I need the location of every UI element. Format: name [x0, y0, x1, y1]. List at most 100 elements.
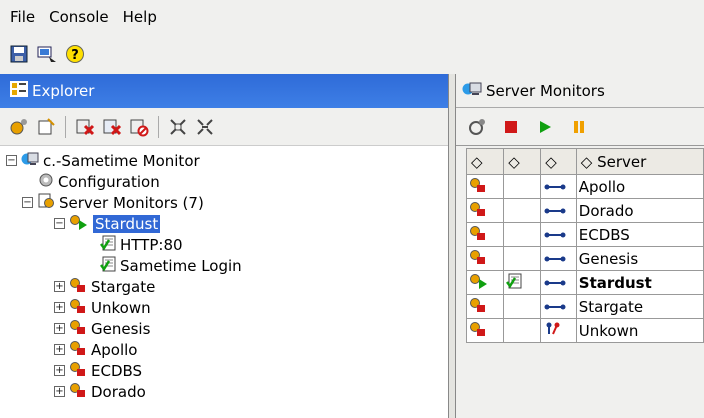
empty-cell — [503, 318, 542, 343]
collapse-all-icon[interactable] — [194, 116, 216, 138]
server-name-cell: ECDBS — [575, 222, 704, 247]
table-row[interactable]: Stardust — [465, 270, 704, 295]
expand-icon[interactable]: + — [54, 365, 65, 376]
stop-icon[interactable] — [500, 116, 522, 138]
table-row[interactable]: ECDBS — [465, 222, 704, 247]
table-row[interactable]: Unkown — [465, 318, 704, 343]
add-server-icon[interactable] — [8, 116, 30, 138]
connection-icon — [540, 174, 577, 199]
tree-item-label: Sametime Login — [120, 256, 242, 275]
server-monitors-title: Server Monitors — [486, 81, 605, 100]
explorer-title: Explorer — [32, 82, 95, 100]
server-name-cell: Apollo — [575, 174, 704, 199]
server-name-cell: Stargate — [575, 294, 704, 319]
sort-icon-column-2[interactable]: ◇ — [503, 148, 542, 175]
delete-server-icon[interactable] — [74, 116, 96, 138]
connection-icon — [540, 246, 577, 271]
tree-root-label: c.-Sametime Monitor — [43, 151, 200, 170]
disable-monitor-icon[interactable] — [128, 116, 150, 138]
server-name-cell: Unkown — [575, 318, 704, 343]
server-group-icon — [37, 193, 55, 213]
refresh-icon[interactable] — [466, 116, 488, 138]
tree-item-label: Server Monitors (7) — [59, 193, 204, 212]
add-monitor-icon[interactable] — [35, 116, 57, 138]
server-down-icon — [69, 298, 87, 318]
tree-root[interactable]: − c.-Sametime Monitor — [6, 150, 200, 171]
tree-item-label-selected: Stardust — [93, 214, 161, 233]
server-down-icon — [465, 174, 505, 199]
pause-icon[interactable] — [568, 116, 590, 138]
server-name-cell: Genesis — [575, 246, 704, 271]
delete-monitor-icon[interactable] — [101, 116, 123, 138]
expand-icon[interactable]: + — [54, 323, 65, 334]
monitor-table: ◇ ◇ ◇ ◇ Server Apollo Dorado ECDBS Genes… — [465, 148, 704, 343]
sort-icon-column-1[interactable]: ◇ — [465, 148, 505, 175]
table-row[interactable]: Genesis — [465, 246, 704, 271]
expand-icon[interactable]: + — [54, 302, 65, 313]
menu-console[interactable]: Console — [49, 8, 109, 26]
expand-all-icon[interactable] — [167, 116, 189, 138]
server-down-icon — [465, 294, 505, 319]
menu-file[interactable]: File — [10, 8, 35, 26]
tree-item-label: Stargate — [91, 277, 156, 296]
sort-icon-column-3[interactable]: ◇ — [540, 148, 577, 175]
connect-icon[interactable] — [36, 43, 58, 65]
expand-icon[interactable]: + — [54, 344, 65, 355]
tree-item-label: HTTP:80 — [120, 235, 183, 254]
server-down-icon — [69, 277, 87, 297]
monitor-check-icon — [100, 235, 116, 255]
tree-item-login-monitor[interactable]: Sametime Login — [100, 255, 242, 276]
tree-item-server[interactable]: + Dorado — [54, 381, 146, 402]
save-icon[interactable] — [8, 43, 30, 65]
tree-item-label: Configuration — [58, 172, 160, 191]
menu-help[interactable]: Help — [123, 8, 157, 26]
tree-item-label: ECDBS — [91, 361, 143, 380]
tree-item-server[interactable]: + Genesis — [54, 318, 150, 339]
empty-cell — [503, 294, 542, 319]
tree-item-server[interactable]: + ECDBS — [54, 360, 142, 381]
tree-item-server[interactable]: + Stargate — [54, 276, 155, 297]
empty-cell — [503, 246, 542, 271]
monitor-console-icon — [21, 151, 39, 171]
tree-item-label: Dorado — [91, 382, 146, 401]
collapse-icon[interactable]: − — [6, 155, 17, 166]
tree-item-server[interactable]: + Unkown — [54, 297, 151, 318]
server-down-icon — [465, 246, 505, 271]
server-down-icon — [69, 319, 87, 339]
tree-item-label: Apollo — [91, 340, 138, 359]
gear-icon — [38, 172, 54, 192]
tree-item-configuration[interactable]: Configuration — [38, 171, 160, 192]
connection-icon — [540, 222, 577, 247]
monitor-check-icon — [503, 270, 542, 295]
server-column-header[interactable]: ◇ Server — [575, 148, 704, 175]
explorer-title-bar: Explorer — [0, 74, 448, 108]
explorer-panel: Explorer − c.-Sametime Monitor Configura… — [0, 74, 449, 418]
server-down-icon — [69, 340, 87, 360]
collapse-icon[interactable]: − — [54, 218, 65, 229]
monitor-toolbar — [456, 108, 704, 146]
table-row[interactable]: Dorado — [465, 198, 704, 223]
tree-item-server[interactable]: + Apollo — [54, 339, 137, 360]
expand-icon[interactable]: + — [54, 281, 65, 292]
tree-item-server-monitors[interactable]: − Server Monitors (7) — [22, 192, 204, 213]
server-running-icon — [69, 214, 89, 234]
menu-bar: File Console Help — [0, 0, 704, 34]
explorer-icon — [10, 81, 28, 101]
tree-item-http-monitor[interactable]: HTTP:80 — [100, 234, 183, 255]
svg-text:?: ? — [71, 48, 79, 63]
table-row[interactable]: Apollo — [465, 174, 704, 199]
expand-icon[interactable]: + — [54, 386, 65, 397]
server-monitors-title-bar: Server Monitors — [456, 74, 704, 108]
toolbar-divider — [65, 115, 66, 138]
play-icon[interactable] — [534, 116, 556, 138]
table-row[interactable]: Stargate — [465, 294, 704, 319]
monitor-check-icon — [100, 256, 116, 276]
collapse-icon[interactable]: − — [22, 197, 33, 208]
empty-cell — [503, 174, 542, 199]
server-column-label: Server — [597, 152, 647, 171]
server-down-icon — [465, 318, 505, 343]
tree-item-stardust[interactable]: − Stardust — [54, 213, 161, 234]
tree-item-label: Genesis — [91, 319, 151, 338]
help-icon[interactable]: ? — [64, 43, 86, 65]
server-tree: − c.-Sametime Monitor Configuration − Se… — [0, 146, 448, 418]
